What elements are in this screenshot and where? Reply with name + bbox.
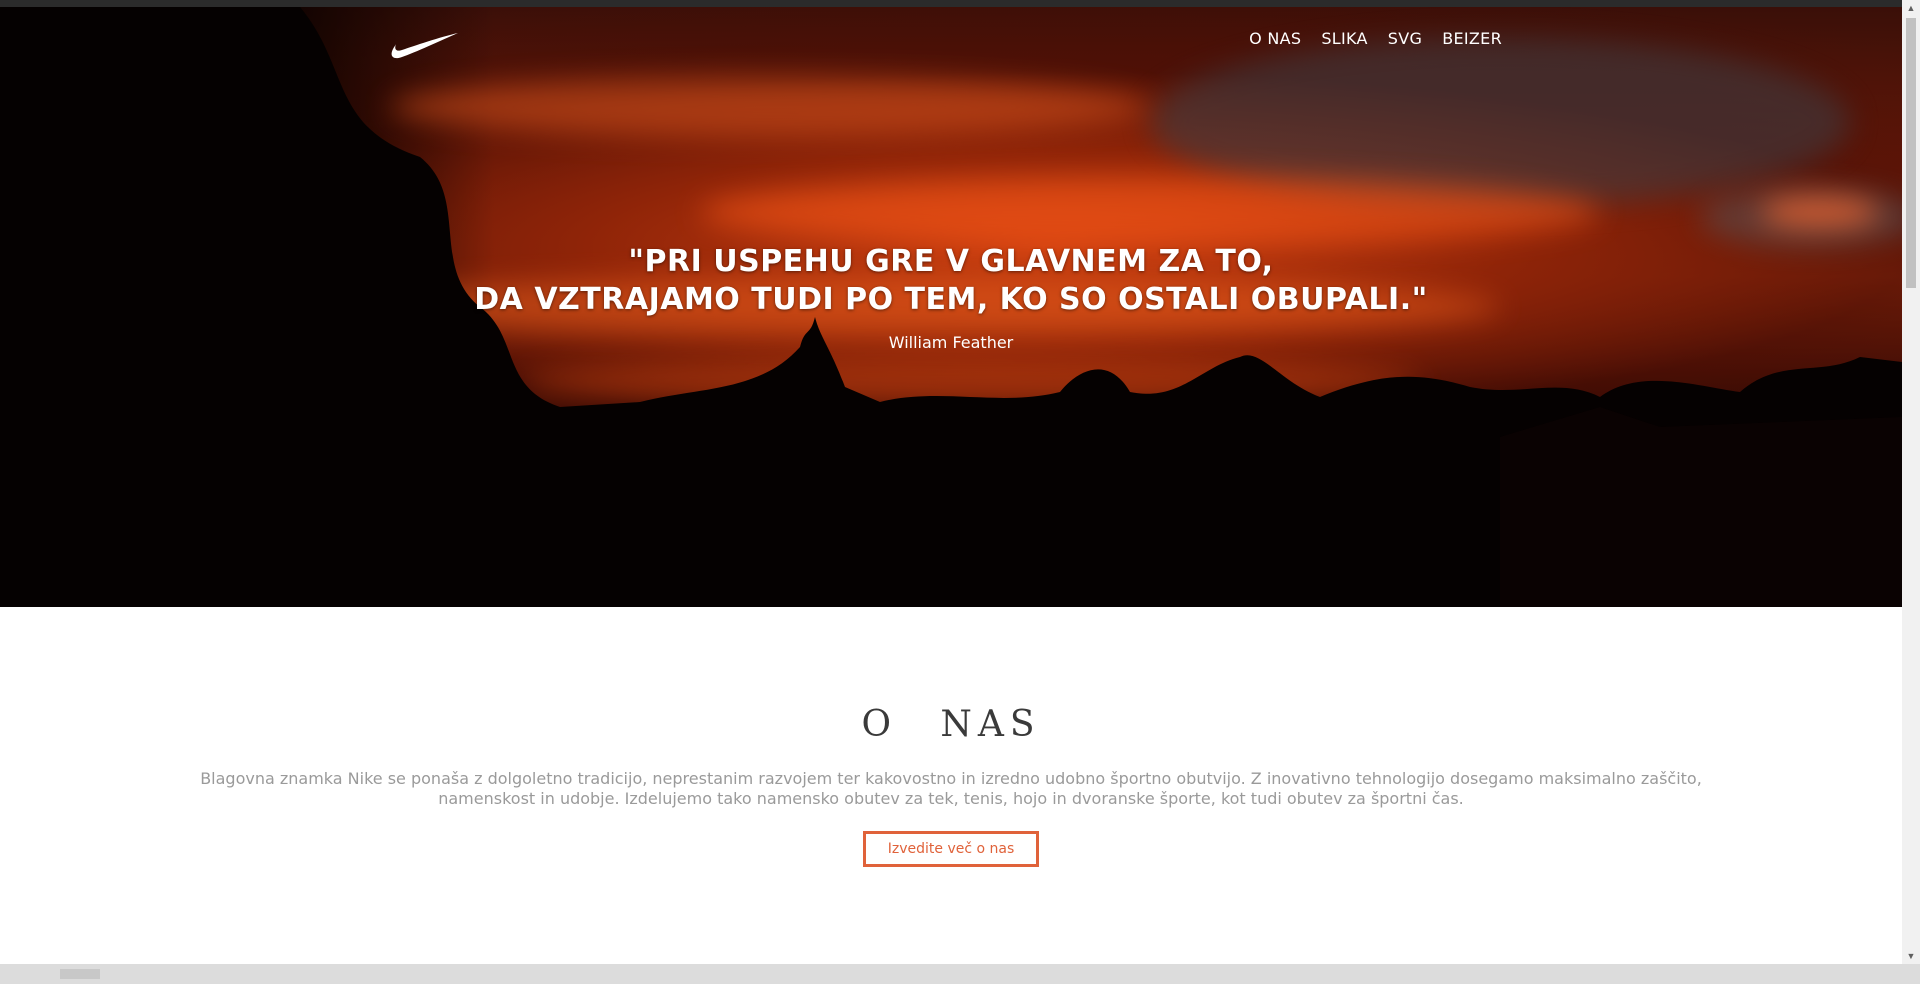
hero-quote: "PRI USPEHU GRE V GLAVNEM ZA TO, DA VZTR…: [0, 243, 1902, 352]
about-section: O NAS Blagovna znamka Nike se ponaša z d…: [0, 607, 1902, 964]
nav-item-slika[interactable]: SLIKA: [1321, 29, 1367, 48]
quote-line-2: DA VZTRAJAMO TUDI PO TEM, KO SO OSTALI O…: [474, 282, 1428, 317]
scrollbar-corner: [1902, 964, 1920, 984]
scroll-down-icon[interactable]: ▼: [1902, 948, 1920, 964]
quote-author: William Feather: [888, 333, 1014, 352]
vertical-scrollbar[interactable]: ▲ ▼: [1902, 0, 1920, 964]
about-text: Blagovna znamka Nike se ponaša z dolgole…: [200, 769, 1702, 808]
scrollbar-thumb[interactable]: [1906, 18, 1916, 288]
nav-item-beizer[interactable]: BEIZER: [1442, 29, 1502, 48]
horizontal-scrollbar[interactable]: [0, 964, 1902, 984]
nike-swoosh-icon[interactable]: [390, 31, 460, 61]
h-scrollbar-thumb[interactable]: [60, 969, 100, 979]
window-top-strip: [0, 0, 1902, 7]
quote-line-1: "PRI USPEHU GRE V GLAVNEM ZA TO,: [628, 244, 1274, 279]
scroll-up-icon[interactable]: ▲: [1902, 0, 1920, 16]
nav-item-o-nas[interactable]: O NAS: [1249, 29, 1301, 48]
about-title: O NAS: [861, 704, 1041, 745]
hero-section: O NAS SLIKA SVG BEIZER "PRI USPEHU GRE V…: [0, 7, 1902, 607]
main-nav: O NAS SLIKA SVG BEIZER: [1249, 29, 1502, 48]
learn-more-button[interactable]: Izvedite več o nas: [862, 831, 1040, 867]
nav-item-svg[interactable]: SVG: [1388, 29, 1422, 48]
